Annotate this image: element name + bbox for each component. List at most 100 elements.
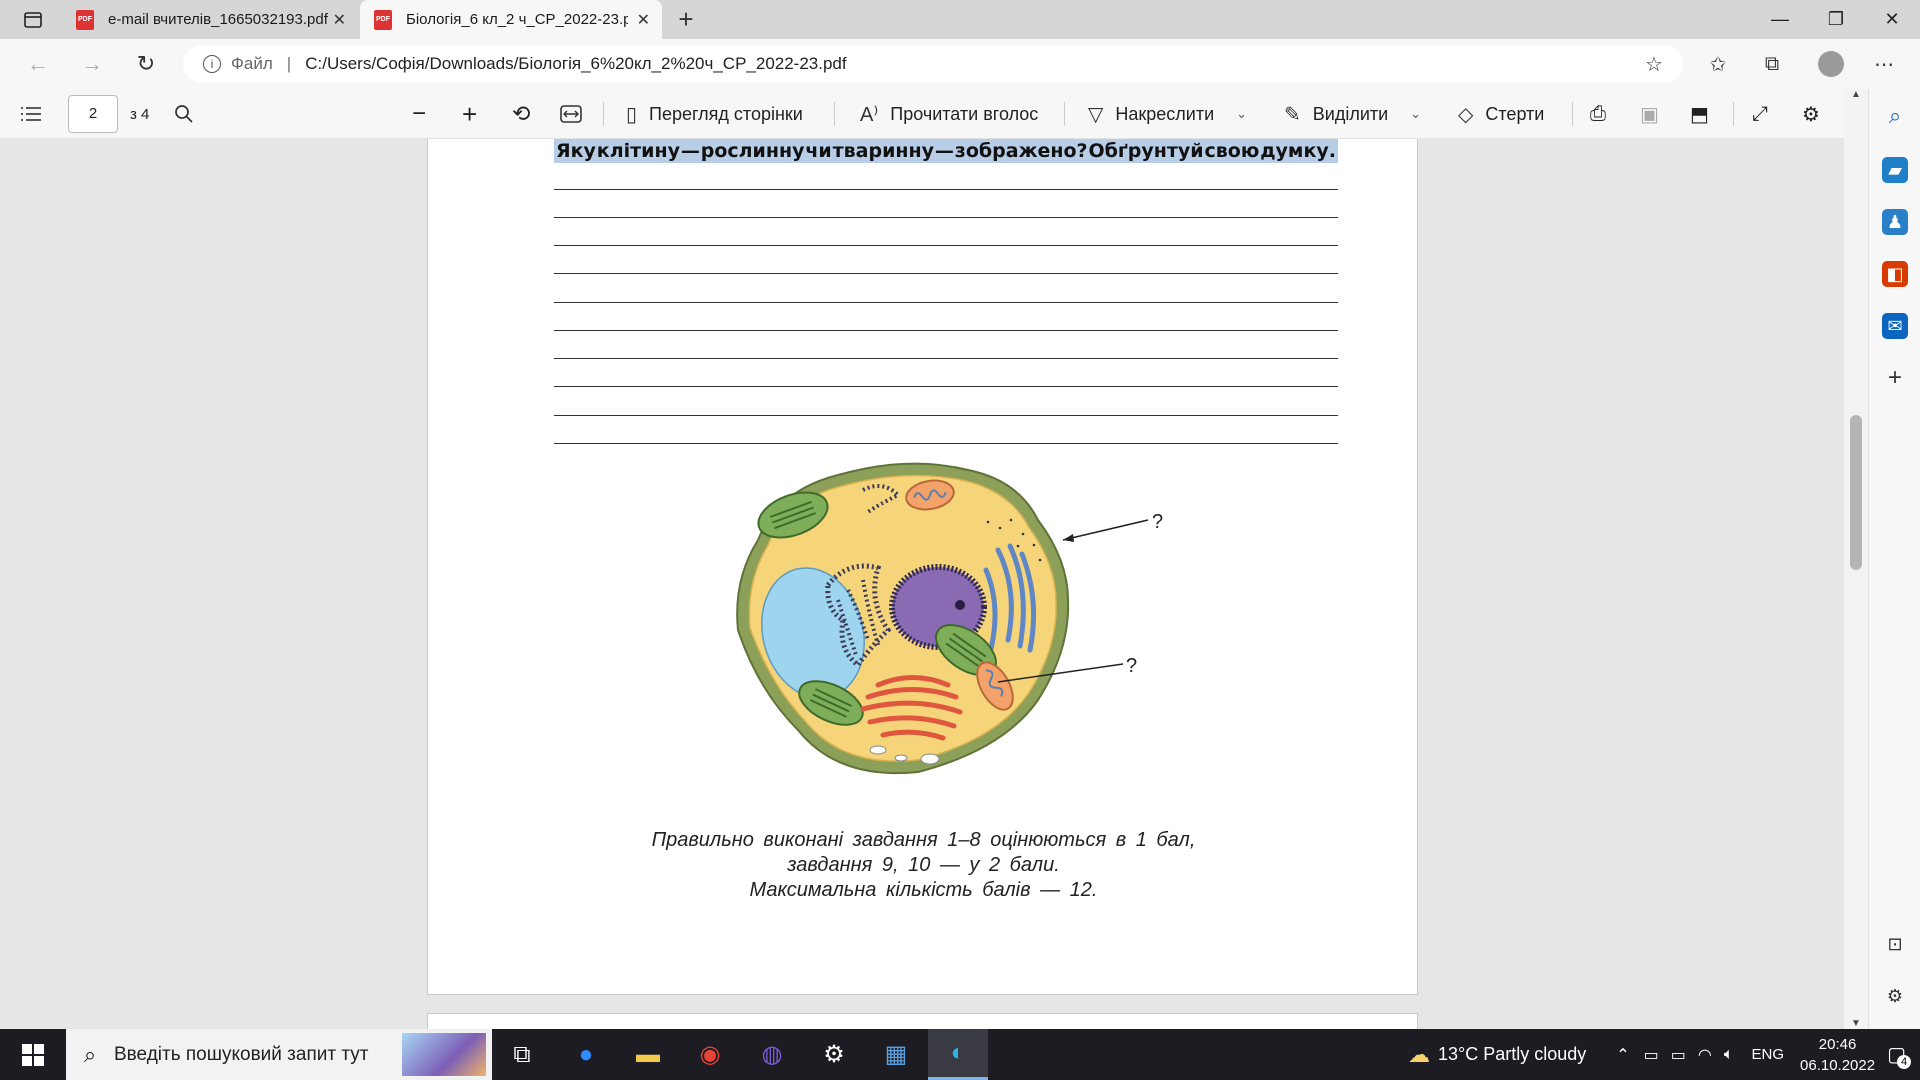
highlighter-icon: ✎ <box>1284 103 1301 126</box>
collections-icon[interactable]: ⧉ <box>1758 51 1786 77</box>
restore-icon[interactable]: ❐ <box>1808 0 1864 39</box>
start-icon[interactable] <box>0 1029 66 1080</box>
page-number-input[interactable]: 2 <box>68 95 118 133</box>
chevron-down-icon[interactable]: ⌄ <box>1410 106 1421 122</box>
minimize-icon[interactable]: — <box>1752 0 1808 39</box>
grading-line: Правильно виконані завдання 1–8 оцінюють… <box>651 829 1196 851</box>
scroll-up-icon[interactable]: ▲ <box>1851 89 1861 100</box>
more-icon[interactable]: ⋯ <box>1870 51 1898 77</box>
refresh-icon[interactable]: ↻ <box>128 47 164 81</box>
shopping-icon[interactable]: ▰ <box>1882 157 1908 183</box>
scroll-down-icon[interactable]: ▼ <box>1851 1018 1861 1029</box>
fullscreen-icon[interactable]: ⤢ <box>1752 89 1768 139</box>
weather-icon[interactable]: ☁ <box>1408 1042 1430 1068</box>
vesicle <box>869 745 887 755</box>
games-icon[interactable]: ♟ <box>1882 209 1908 235</box>
viber-icon[interactable]: ◍ <box>742 1029 802 1080</box>
notifications-icon[interactable]: ▢ 4 <box>1887 1042 1911 1069</box>
taskbar-search-input[interactable]: ⌕ Введіть пошуковий запит тут <box>66 1029 492 1080</box>
office-icon[interactable]: ◧ <box>1882 261 1908 287</box>
toolbar-divider <box>1064 102 1065 126</box>
zoom-in-icon[interactable]: + <box>462 89 477 139</box>
grading-line: Максимальна кількість балів — 12. <box>749 879 1098 901</box>
grading-line: завдання 9, 10 — у 2 бали. <box>787 854 1060 876</box>
hide-sidebar-icon[interactable]: ⊡ <box>1882 931 1908 957</box>
draw-icon: ▽ <box>1088 103 1104 126</box>
tab-title: e-mail вчителів_1665032193.pdf <box>108 11 328 28</box>
profile-avatar[interactable] <box>1818 51 1844 77</box>
eraser-icon: ◇ <box>1458 103 1474 126</box>
calculator-icon[interactable]: ▦ <box>866 1029 926 1080</box>
clock[interactable]: 20:46 06.10.2022 <box>1800 1034 1875 1076</box>
question-word: тваринну <box>832 140 935 162</box>
new-tab-icon[interactable]: + <box>670 4 702 35</box>
search-icon[interactable] <box>174 89 194 139</box>
contents-icon[interactable] <box>20 89 42 139</box>
pdf-icon: PDF <box>76 9 94 30</box>
draw-button[interactable]: ▽ Накреслити ⌄ <box>1088 89 1247 139</box>
fit-page-icon[interactable] <box>560 89 582 139</box>
question-word: думку. <box>1260 140 1336 162</box>
answer-line <box>554 245 1338 246</box>
search-highlight-image <box>402 1033 486 1076</box>
wifi-icon[interactable]: ◠ <box>1698 1045 1712 1065</box>
forward-icon[interactable]: → <box>74 47 110 81</box>
volume-icon[interactable]: 🔈︎ <box>1724 1046 1734 1064</box>
address-input[interactable]: i Файл | C:/Users/Софія/Downloads/Біолог… <box>183 45 1683 83</box>
close-tab-icon[interactable]: ✕ <box>637 10 650 30</box>
scroll-thumb[interactable] <box>1850 415 1862 570</box>
weather-text[interactable]: 13°C Partly cloudy <box>1438 1044 1586 1065</box>
search-icon[interactable]: ⌕ <box>1882 103 1908 129</box>
vertical-scrollbar[interactable]: ▲ ▼ <box>1844 89 1868 1029</box>
save-as-icon[interactable]: ⬒ <box>1690 89 1709 139</box>
highlight-label: Виділити <box>1312 103 1389 124</box>
battery-icon[interactable]: ▭ <box>1671 1045 1686 1065</box>
question-word: свою <box>1204 140 1260 162</box>
rotate-icon[interactable]: ⟲ <box>512 89 530 139</box>
add-favorite-icon[interactable]: ☆ <box>1640 51 1668 77</box>
edge-icon[interactable]: ◐ <box>928 1029 988 1080</box>
close-window-icon[interactable]: ✕ <box>1864 0 1920 39</box>
chrome-icon[interactable]: ◉ <box>680 1029 740 1080</box>
erase-button[interactable]: ◇ Стерти <box>1458 89 1544 139</box>
add-icon[interactable]: + <box>1882 364 1908 391</box>
page-view-button[interactable]: ▯ Перегляд сторінки <box>626 89 803 139</box>
plant-cell-illustration: ? ? <box>736 462 1163 775</box>
zoom-app-icon[interactable]: ● <box>556 1029 616 1080</box>
grading-note: Правильно виконані завдання 1–8 оцінюють… <box>428 828 1419 903</box>
vesicle <box>894 754 908 762</box>
tab-actions-icon[interactable] <box>14 7 52 33</box>
nucleolus <box>955 600 965 610</box>
close-tab-icon[interactable]: ✕ <box>333 10 346 30</box>
settings-icon[interactable]: ⚙ <box>804 1029 864 1080</box>
settings-icon[interactable]: ⚙ <box>1802 89 1820 139</box>
settings-icon[interactable]: ⚙ <box>1882 983 1908 1009</box>
file-explorer-icon[interactable]: ▬ <box>618 1029 678 1080</box>
print-icon[interactable]: ⎙ <box>1590 89 1606 139</box>
tab-biology-pdf[interactable]: PDF Біологія_6 кл_2 ч_СР_2022-23.pdf ✕ <box>360 0 662 39</box>
clock-time: 20:46 <box>1818 1035 1857 1053</box>
cell-label-question: ? <box>1126 655 1137 677</box>
notification-badge: 4 <box>1897 1055 1911 1069</box>
pdf-page-next <box>427 1013 1418 1029</box>
answer-line <box>554 217 1338 218</box>
pdf-viewer[interactable]: Яку клітину — рослинну чи тваринну — зоб… <box>0 139 1868 1029</box>
meet-now-icon[interactable]: ▭ <box>1644 1045 1659 1065</box>
chevron-down-icon[interactable]: ⌄ <box>1236 106 1247 122</box>
chevron-up-icon[interactable]: ⌃ <box>1616 1045 1629 1065</box>
pdf-toolbar: 2 з 4 − + ⟲ ▯ Перегляд сторінки A⁾ Прочи… <box>0 89 1868 139</box>
read-aloud-button[interactable]: A⁾ Прочитати вголос <box>860 89 1038 139</box>
save-icon[interactable]: ▣ <box>1640 89 1659 139</box>
favorites-icon[interactable]: ✩ <box>1704 51 1732 77</box>
toolbar-divider <box>1572 102 1573 126</box>
question-word: Обґрунтуй <box>1088 140 1204 162</box>
info-icon[interactable]: i <box>203 55 221 73</box>
question-word: зображено? <box>954 140 1088 162</box>
back-icon[interactable]: ← <box>20 47 56 81</box>
outlook-icon[interactable]: ✉ <box>1882 313 1908 339</box>
task-view-icon[interactable]: ⧉ <box>492 1029 552 1080</box>
tab-email-pdf[interactable]: PDF e-mail вчителів_1665032193.pdf ✕ <box>62 0 358 39</box>
language-indicator[interactable]: ENG <box>1752 1046 1785 1063</box>
zoom-out-icon[interactable]: − <box>412 89 426 139</box>
highlight-button[interactable]: ✎ Виділити ⌄ <box>1284 89 1421 139</box>
